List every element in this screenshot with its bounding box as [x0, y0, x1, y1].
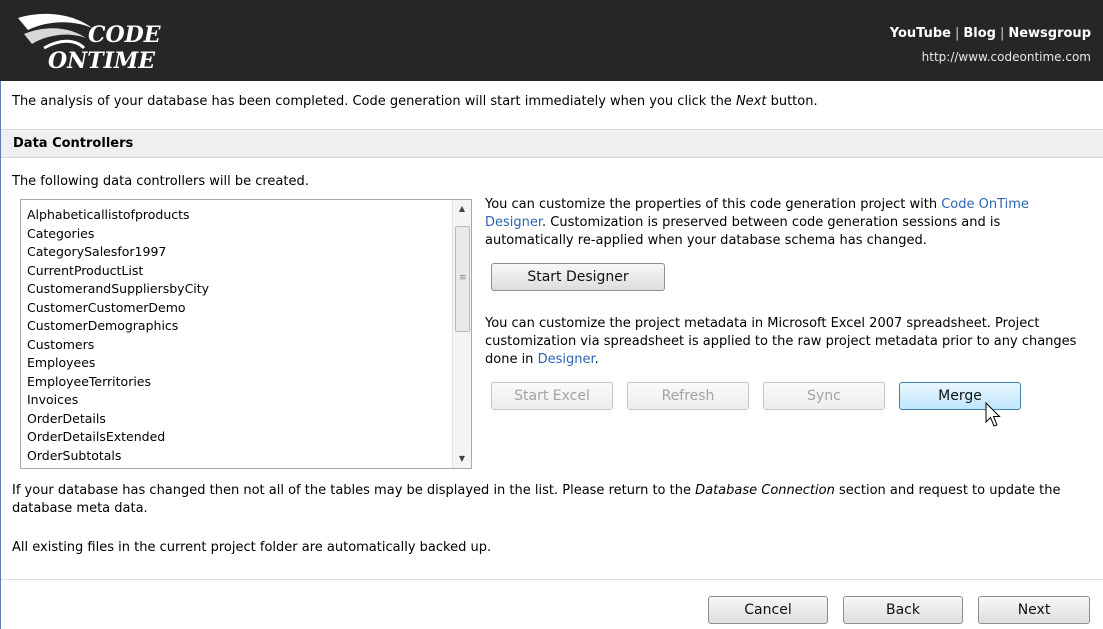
section-header: Data Controllers [1, 129, 1103, 158]
designer-text: You can customize the properties of this… [485, 197, 942, 212]
list-item[interactable]: Categories [27, 225, 209, 244]
start-excel-button[interactable]: Start Excel [491, 382, 613, 410]
list-item[interactable]: CustomerDemographics [27, 317, 209, 336]
list-item[interactable]: OrderSubtotals [27, 447, 209, 466]
blog-link[interactable]: Blog [963, 26, 996, 41]
intro-text: The analysis of your database has been c… [12, 94, 818, 109]
database-connection-emphasis: Database Connection [695, 483, 835, 498]
sync-button[interactable]: Sync [763, 382, 885, 410]
refresh-button[interactable]: Refresh [627, 382, 749, 410]
section-title: Data Controllers [13, 136, 134, 151]
intro-next-emphasis: Next [735, 94, 767, 109]
list-item[interactable]: EmployeeTerritories [27, 373, 209, 392]
cancel-button[interactable]: Cancel [708, 596, 828, 624]
listbox-scrollbar[interactable]: ▲ ≡ ▼ [452, 200, 471, 468]
logo-text-line1: CODE [88, 22, 162, 48]
separator: | [999, 26, 1005, 41]
newsgroup-link[interactable]: Newsgroup [1008, 26, 1091, 41]
list-item[interactable]: CategorySalesfor1997 [27, 243, 209, 262]
list-item[interactable]: OrderDetailsExtended [27, 428, 209, 447]
scroll-down-arrow-icon[interactable]: ▼ [453, 450, 471, 468]
excel-text-after: . [594, 352, 599, 367]
backup-note: All existing files in the current projec… [12, 540, 492, 555]
list-item[interactable]: CustomerandSuppliersbyCity [27, 280, 209, 299]
list-item[interactable]: OrderDetails [27, 410, 209, 429]
designer-text-after: . Customization is preserved between cod… [485, 215, 1001, 248]
designer-description: You can customize the properties of this… [485, 196, 1085, 250]
mouse-cursor-icon [985, 402, 1001, 427]
grip-icon: ≡ [459, 273, 467, 283]
scroll-up-arrow-icon[interactable]: ▲ [453, 200, 471, 218]
intro-after: button. [766, 94, 818, 109]
scrollbar-thumb[interactable]: ≡ [455, 226, 470, 332]
list-item[interactable]: Invoices [27, 391, 209, 410]
list-item[interactable]: Employees [27, 354, 209, 373]
separator: | [954, 26, 960, 41]
excel-description: You can customize the project metadata i… [485, 315, 1085, 369]
list-item[interactable]: CurrentProductList [27, 262, 209, 281]
back-button[interactable]: Back [843, 596, 963, 624]
footer-divider [1, 579, 1103, 580]
app-header: CODE ONTIME YouTube | Blog | Newsgroup http:… [0, 0, 1103, 81]
note1-before: If your database has changed then not al… [12, 483, 696, 498]
youtube-link[interactable]: YouTube [890, 26, 951, 41]
code-ontime-logo: CODE ONTIME [18, 13, 162, 74]
list-item[interactable]: Alphabeticallistofproducts [27, 206, 209, 225]
intro-before: The analysis of your database has been c… [12, 94, 736, 109]
list-item[interactable]: Customers [27, 336, 209, 355]
next-button[interactable]: Next [978, 596, 1090, 624]
controllers-list: Alphabeticallistofproducts Categories Cate… [27, 206, 209, 465]
list-item[interactable]: CustomerCustomerDemo [27, 299, 209, 318]
start-designer-button[interactable]: Start Designer [491, 263, 665, 291]
designer-link[interactable]: Designer [538, 352, 595, 367]
controllers-listbox[interactable]: Alphabeticallistofproducts Categories Cate… [20, 199, 472, 469]
header-links: YouTube | Blog | Newsgroup [890, 26, 1091, 41]
header-url[interactable]: http://www.codeontime.com [922, 50, 1091, 64]
logo-text-line2: ONTIME [48, 48, 156, 74]
controllers-caption: The following data controllers will be c… [12, 174, 309, 189]
database-changed-note: If your database has changed then not al… [12, 482, 1092, 518]
